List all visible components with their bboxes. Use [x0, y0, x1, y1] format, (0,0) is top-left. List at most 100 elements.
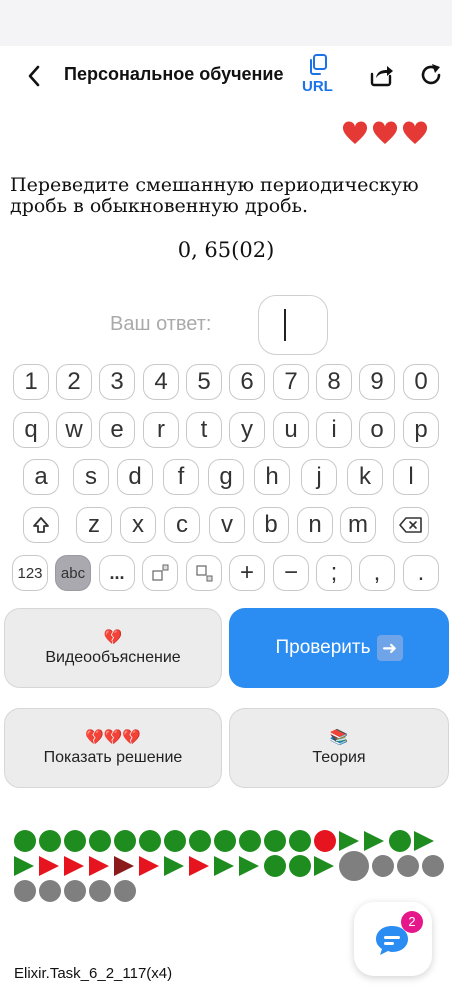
- key-c[interactable]: c: [164, 507, 200, 543]
- progress-skipped: [189, 855, 209, 876]
- key-1[interactable]: 1: [13, 364, 49, 400]
- period-key[interactable]: .: [403, 555, 439, 591]
- plus-key[interactable]: +: [229, 555, 265, 591]
- progress-skipped: [314, 855, 334, 876]
- key-i[interactable]: i: [316, 412, 352, 448]
- mode-abc-key[interactable]: abc: [55, 555, 91, 591]
- key-6[interactable]: 6: [229, 364, 265, 400]
- progress-solved: [239, 829, 261, 852]
- key-9[interactable]: 9: [359, 364, 395, 400]
- task-id: Elixir.Task_6_2_117(x4): [14, 965, 173, 982]
- heart-icon: [402, 121, 428, 144]
- chat-badge: 2: [401, 911, 423, 933]
- header: Персональное обучение URL: [0, 46, 452, 106]
- progress-pending: [39, 879, 61, 902]
- copy-url-button[interactable]: URL: [300, 52, 338, 100]
- heart-icon: [372, 121, 398, 144]
- progress-solved: [214, 829, 236, 852]
- chat-button[interactable]: [354, 902, 432, 976]
- progress-row: [14, 878, 434, 903]
- subscript-icon: [196, 565, 213, 582]
- copy-icon: [310, 54, 327, 75]
- key-h[interactable]: h: [254, 459, 290, 495]
- show-solution-label: Показать решение: [43, 749, 183, 766]
- key-m[interactable]: m: [340, 507, 376, 543]
- lives-indicator: [342, 120, 428, 146]
- key-o[interactable]: o: [359, 412, 395, 448]
- key-g[interactable]: g: [208, 459, 244, 495]
- progress-skipped: [214, 855, 234, 876]
- progress-solved: [39, 829, 61, 852]
- progress-skipped: [364, 830, 384, 851]
- task-question: Переведите смешанную периодическую дробь…: [10, 174, 419, 217]
- progress-solved: [189, 829, 211, 852]
- check-button[interactable]: Проверить ➜: [229, 608, 449, 688]
- key-z[interactable]: z: [76, 507, 112, 543]
- key-4[interactable]: 4: [143, 364, 179, 400]
- video-explanation-button[interactable]: 💔 Видеообъяснение: [4, 608, 222, 688]
- progress-skipped: [39, 855, 59, 876]
- key-n[interactable]: n: [297, 507, 333, 543]
- key-f[interactable]: f: [163, 459, 199, 495]
- progress-solved: [14, 829, 36, 852]
- key-w[interactable]: w: [56, 412, 92, 448]
- ellipsis-key[interactable]: ...: [99, 555, 135, 591]
- books-icon: 📚: [329, 729, 349, 746]
- key-r[interactable]: r: [143, 412, 179, 448]
- progress-pending: [89, 879, 111, 902]
- progress-skipped: [164, 855, 184, 876]
- semicolon-key[interactable]: ;: [316, 555, 352, 591]
- key-j[interactable]: j: [301, 459, 337, 495]
- key-2[interactable]: 2: [56, 364, 92, 400]
- shift-key[interactable]: [23, 507, 59, 543]
- refresh-button[interactable]: [418, 62, 444, 88]
- minus-key[interactable]: −: [273, 555, 309, 591]
- key-u[interactable]: u: [273, 412, 309, 448]
- key-7[interactable]: 7: [273, 364, 309, 400]
- progress-pending: [14, 879, 36, 902]
- key-v[interactable]: v: [209, 507, 245, 543]
- key-t[interactable]: t: [186, 412, 222, 448]
- share-button[interactable]: [368, 62, 394, 88]
- key-p[interactable]: p: [403, 412, 439, 448]
- key-d[interactable]: d: [117, 459, 153, 495]
- key-k[interactable]: k: [347, 459, 383, 495]
- key-e[interactable]: e: [99, 412, 135, 448]
- progress-solved: [89, 829, 111, 852]
- superscript-key[interactable]: [142, 555, 178, 591]
- progress-pending: [64, 879, 86, 902]
- heart-icon: [342, 121, 368, 144]
- progress-pending: [422, 854, 444, 877]
- key-q[interactable]: q: [13, 412, 49, 448]
- progress-pending: [397, 854, 419, 877]
- key-x[interactable]: x: [120, 507, 156, 543]
- key-0[interactable]: 0: [403, 364, 439, 400]
- progress-skipped: [414, 830, 434, 851]
- key-5[interactable]: 5: [186, 364, 222, 400]
- key-y[interactable]: y: [229, 412, 265, 448]
- refresh-icon: [421, 64, 441, 85]
- mode-123-key[interactable]: 123: [12, 555, 48, 591]
- check-button-content: Проверить ➜: [275, 635, 403, 661]
- backspace-icon: [399, 517, 422, 533]
- arrow-right-icon: ➜: [376, 635, 403, 661]
- backspace-key[interactable]: [393, 507, 429, 543]
- comma-key[interactable]: ,: [359, 555, 395, 591]
- show-solution-button[interactable]: 💔💔💔 Показать решение: [4, 708, 222, 788]
- key-s[interactable]: s: [73, 459, 109, 495]
- key-l[interactable]: l: [393, 459, 429, 495]
- url-label: URL: [302, 78, 333, 95]
- subscript-key[interactable]: [186, 555, 222, 591]
- key-8[interactable]: 8: [316, 364, 352, 400]
- key-a[interactable]: a: [23, 459, 59, 495]
- progress-solved: [264, 829, 286, 852]
- progress-skipped: [339, 830, 359, 851]
- answer-input[interactable]: [258, 295, 328, 355]
- progress-skipped: [239, 855, 259, 876]
- theory-button[interactable]: 📚 Теория: [229, 708, 449, 788]
- key-b[interactable]: b: [253, 507, 289, 543]
- video-explanation-label: Видеообъяснение: [45, 649, 181, 666]
- key-3[interactable]: 3: [99, 364, 135, 400]
- answer-label: Ваш ответ:: [110, 313, 212, 335]
- back-button[interactable]: [22, 62, 46, 90]
